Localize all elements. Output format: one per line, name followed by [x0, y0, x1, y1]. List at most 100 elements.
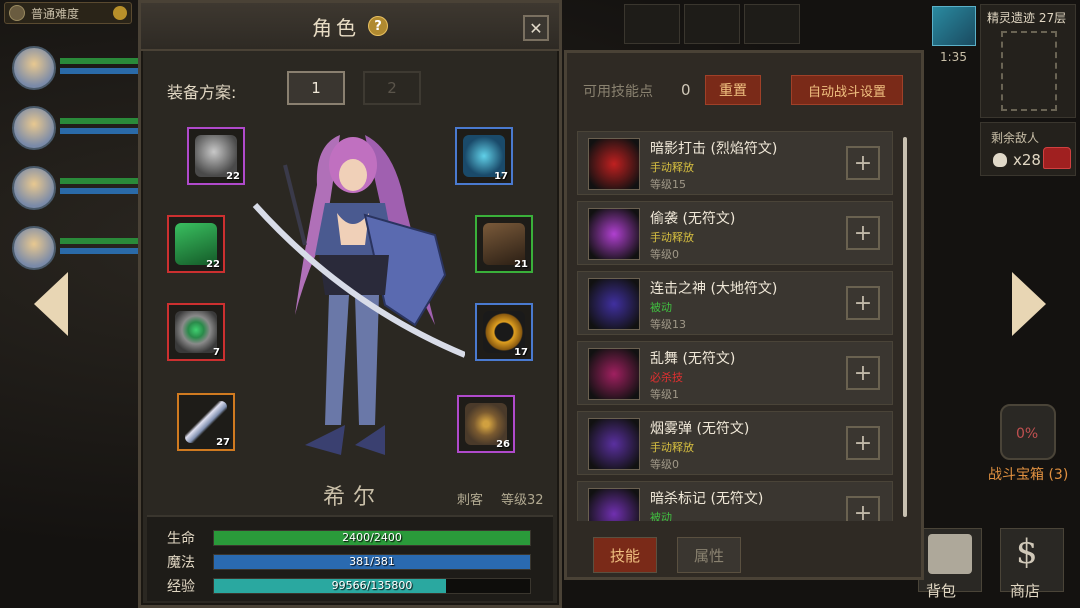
skill-name: 偷袭 (无符文) [650, 211, 736, 227]
xp-label: 经验 [167, 579, 195, 595]
hp-row: 生命 2400/2400 [167, 529, 531, 547]
character-name: 希尔 [323, 485, 384, 510]
party-member[interactable] [8, 104, 138, 154]
skill-level: 等级0 [650, 248, 679, 261]
skill-card[interactable]: 连击之神 (大地符文) 被动 等级13 + [577, 271, 893, 335]
ring-slot[interactable]: 7 [167, 303, 225, 361]
item-level: 17 [514, 347, 528, 358]
skill-level: 等级0 [650, 458, 679, 471]
cloak-slot[interactable]: 22 [167, 215, 225, 273]
chest-icon [1043, 147, 1071, 169]
dollar-icon: $ [1016, 532, 1038, 572]
avatar [12, 46, 56, 90]
hp-bar [60, 58, 138, 64]
mp-value: 381/381 [349, 555, 395, 568]
previous-character-arrow-icon[interactable] [34, 272, 68, 336]
skill-type: 手动释放 [650, 231, 694, 244]
stats-area: 生命 2400/2400 魔法 381/381 经验 99566/135800 [147, 515, 553, 601]
help-icon[interactable]: ? [368, 16, 388, 36]
reset-button[interactable]: 重置 [705, 75, 761, 105]
skill-name: 暗杀标记 (无符文) [650, 491, 764, 507]
item-level: 22 [226, 171, 240, 182]
upgrade-skill-button[interactable]: + [846, 286, 880, 320]
upgrade-skill-button[interactable]: + [846, 216, 880, 250]
mp-bar: 381/381 [213, 554, 531, 570]
item-level: 27 [216, 437, 230, 448]
battle-chest-label[interactable]: 战斗宝箱 (3) [988, 464, 1068, 484]
skill-card[interactable]: 暗影打击 (烈焰符文) 手动释放 等级15 + [577, 131, 893, 195]
character-level: 等级32 [501, 493, 544, 508]
tab-attributes[interactable]: 属性 [677, 537, 741, 573]
scrollbar[interactable] [903, 137, 907, 517]
skills-panel: 可用技能点 0 重置 自动战斗设置 暗影打击 (烈焰符文) 手动释放 等级15 + 偷袭… [564, 50, 924, 580]
inventory-slot[interactable] [624, 4, 680, 44]
upgrade-skill-button[interactable]: + [846, 426, 880, 460]
helmet-slot[interactable]: 22 [187, 127, 245, 185]
hp-bar [60, 118, 138, 124]
loadout-1-button[interactable]: 1 [287, 71, 345, 105]
weapon-slot[interactable]: 27 [177, 393, 235, 451]
skill-type: 被动 [650, 511, 672, 521]
map-icon [1001, 31, 1057, 111]
xp-row: 经验 99566/135800 [167, 577, 531, 595]
skill-card[interactable]: 暗杀标记 (无符文) 被动 + [577, 481, 893, 521]
hp-value: 2400/2400 [342, 531, 402, 544]
difficulty-indicator[interactable]: 普通难度 [4, 2, 132, 24]
tab-skills[interactable]: 技能 [593, 537, 657, 573]
hp-label: 生命 [167, 531, 195, 547]
lock-icon[interactable] [684, 4, 740, 44]
skill-card[interactable]: 偷袭 (无符文) 手动释放等级0 + [577, 201, 893, 265]
hp-bar: 2400/2400 [213, 530, 531, 546]
character-panel: 角色 ? ✕ 装备方案: 1 2 22 17 22 21 7 17 27 26 [138, 0, 562, 608]
item-level: 17 [494, 171, 508, 182]
boots-slot[interactable]: 21 [475, 215, 533, 273]
skill-points-value: 0 [681, 81, 691, 99]
skill-icon [588, 208, 640, 260]
ring2-slot[interactable]: 17 [475, 303, 533, 361]
coin-icon [113, 6, 127, 20]
party-member[interactable] [8, 44, 138, 94]
loadout-2-button[interactable]: 2 [363, 71, 421, 105]
dungeon-minimap[interactable]: 精灵遗迹 27层 [980, 4, 1076, 118]
mp-label: 魔法 [167, 555, 195, 571]
skill-list: 暗影打击 (烈焰符文) 手动释放 等级15 + 偷袭 (无符文) 手动释放 等级0 + 连击之神… [577, 131, 893, 521]
enemies-count: x28 [1013, 151, 1041, 169]
skill-icon [588, 418, 640, 470]
upgrade-skill-button[interactable]: + [846, 356, 880, 390]
skill-card[interactable]: 乱舞 (无符文) 必杀技 等级1 + [577, 341, 893, 405]
bag-icon [928, 534, 972, 574]
upgrade-skill-button[interactable]: + [846, 146, 880, 180]
enemies-label: 剩余敌人 [991, 131, 1040, 145]
skill-name: 暗影打击 (烈焰符文) [650, 141, 778, 157]
close-button[interactable]: ✕ [523, 15, 549, 41]
skill-level: 等级15 [650, 178, 686, 191]
skill-card[interactable]: 烟雾弹 (无符文) 手动释放 等级0 + [577, 411, 893, 475]
skill-icon [588, 348, 640, 400]
item-level: 26 [496, 439, 510, 450]
mp-row: 魔法 381/381 [167, 553, 531, 571]
next-character-arrow-icon[interactable] [1012, 272, 1046, 336]
avatar [12, 226, 56, 270]
skull-icon [993, 153, 1007, 167]
battle-chest-progress: 0% [1016, 426, 1039, 442]
panel-title: 角色 [312, 15, 360, 40]
character-portrait [252, 135, 465, 455]
party-list [8, 44, 138, 284]
party-member[interactable] [8, 164, 138, 214]
mp-bar [60, 128, 138, 134]
skill-type: 手动释放 [650, 441, 694, 454]
loadout-label: 装备方案: [167, 83, 237, 102]
avatar [12, 166, 56, 210]
avatar [12, 106, 56, 150]
mp-bar [60, 248, 138, 254]
party-member[interactable] [8, 224, 138, 274]
hp-bar [60, 178, 138, 184]
character-class: 刺客 [457, 493, 484, 508]
inventory-slot[interactable] [744, 4, 800, 44]
auto-battle-settings-button[interactable]: 自动战斗设置 [791, 75, 903, 105]
upgrade-skill-button[interactable]: + [846, 496, 880, 521]
enemies-remaining: 剩余敌人 x28 [980, 122, 1076, 176]
offhand-slot[interactable]: 26 [457, 395, 515, 453]
skill-level: 等级13 [650, 318, 686, 331]
xp-bar: 99566/135800 [213, 578, 531, 594]
